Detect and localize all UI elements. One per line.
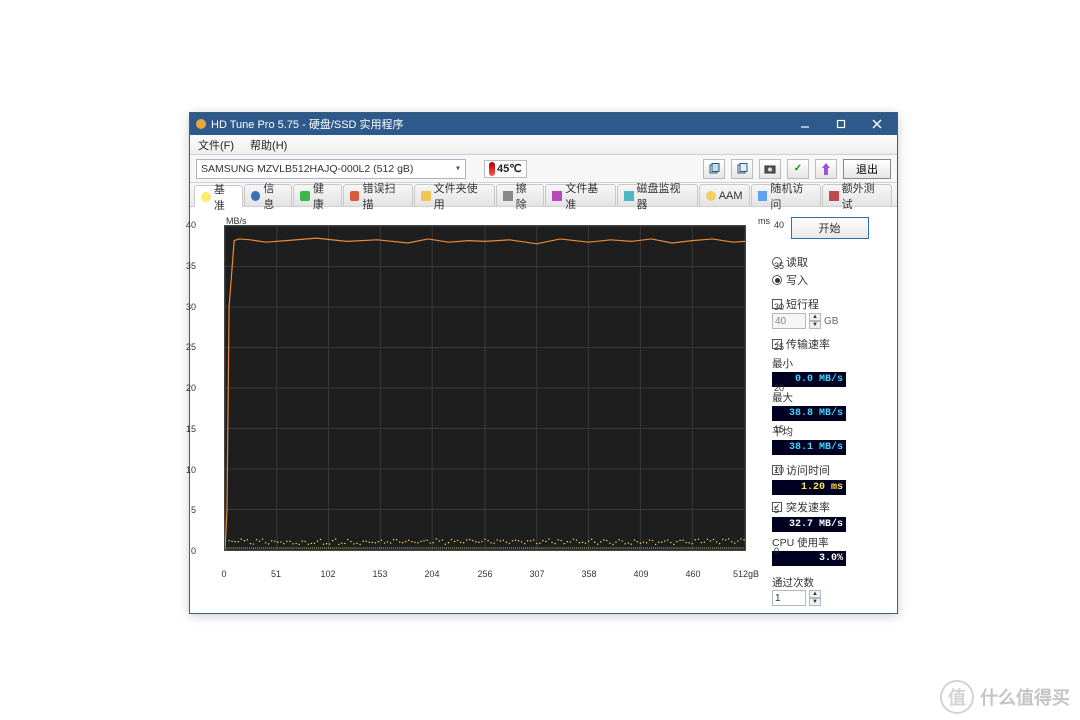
drive-selector[interactable]: SAMSUNG MZVLB512HAJQ-000L2 (512 gB)	[196, 159, 466, 179]
menubar: 文件(F) 帮助(H)	[190, 135, 897, 155]
temperature-display: 45℃	[484, 160, 527, 178]
health-icon	[300, 191, 310, 201]
file-bench-icon	[552, 191, 562, 201]
read-option[interactable]: 读取	[772, 253, 887, 271]
tab-error-scan[interactable]: 错误扫描	[343, 184, 413, 206]
min-label: 最小	[772, 356, 887, 371]
access-time-checkbox[interactable]: 访问时间	[772, 461, 887, 479]
gb-label: GB	[824, 316, 838, 327]
info-icon	[251, 191, 261, 201]
watermark-icon: 值	[940, 680, 974, 714]
save-button[interactable]: ✓	[787, 159, 809, 179]
erase-icon	[503, 191, 513, 201]
tab-file-benchmark[interactable]: 文件基准	[545, 184, 615, 206]
access-time-value: 1.20 ms	[772, 480, 846, 495]
passes-input[interactable]	[772, 590, 806, 606]
drive-selector-text: SAMSUNG MZVLB512HAJQ-000L2 (512 gB)	[201, 163, 413, 175]
cpu-value: 3.0%	[772, 551, 846, 566]
spinner-arrows[interactable]: ▲▼	[809, 590, 821, 606]
content-area: MB/s ms 0510152025303540 051015202530354…	[190, 207, 897, 615]
aam-icon	[706, 191, 716, 201]
bulb-icon	[201, 192, 211, 202]
thermometer-icon	[489, 162, 495, 176]
spinner-arrows[interactable]: ▲▼	[809, 313, 821, 329]
tab-folder-usage[interactable]: 文件夹使用	[414, 184, 495, 206]
benchmark-chart	[224, 225, 746, 551]
tab-extra-tests[interactable]: 额外测试	[822, 184, 892, 206]
exit-button[interactable]: 退出	[843, 159, 891, 179]
options-button[interactable]	[815, 159, 837, 179]
folder-icon	[421, 191, 431, 201]
tab-health[interactable]: 健康	[293, 184, 342, 206]
radio-icon	[772, 275, 782, 285]
start-button[interactable]: 开始	[791, 217, 869, 239]
tab-aam[interactable]: AAM	[699, 184, 750, 206]
extra-icon	[829, 191, 839, 201]
burst-rate-checkbox[interactable]: 突发速率	[772, 498, 887, 516]
app-window: HD Tune Pro 5.75 - 硬盘/SSD 实用程序 文件(F) 帮助(…	[189, 112, 898, 614]
maximize-button[interactable]	[827, 115, 855, 133]
side-panel: 开始 读取 写入 短行程 ▲▼ GB 传输速率 最小 0.0 MB/s 最大 3…	[760, 217, 887, 607]
minimize-button[interactable]	[791, 115, 819, 133]
tab-benchmark[interactable]: 基准	[194, 185, 243, 207]
watermark-text: 什么值得买	[980, 684, 1070, 710]
avg-value: 38.1 MB/s	[772, 440, 846, 455]
cpu-label: CPU 使用率	[772, 535, 887, 550]
temperature-value: 45℃	[497, 162, 522, 175]
titlebar: HD Tune Pro 5.75 - 硬盘/SSD 实用程序	[190, 113, 897, 135]
tab-disk-monitor[interactable]: 磁盘监视器	[617, 184, 698, 206]
watermark: 值 什么值得买	[940, 680, 1070, 714]
screenshot-button[interactable]	[759, 159, 781, 179]
write-option[interactable]: 写入	[772, 271, 887, 289]
copy-screenshot-button[interactable]	[731, 159, 753, 179]
copy-info-button[interactable]	[703, 159, 725, 179]
max-label: 最大	[772, 390, 887, 405]
avg-label: 平均	[772, 424, 887, 439]
short-stroke-input[interactable]	[772, 313, 806, 329]
menu-file[interactable]: 文件(F)	[190, 137, 242, 153]
window-title: HD Tune Pro 5.75 - 硬盘/SSD 实用程序	[211, 116, 404, 132]
burst-rate-value: 32.7 MB/s	[772, 517, 846, 532]
monitor-icon	[624, 191, 634, 201]
passes-label: 通过次数	[772, 575, 887, 590]
tab-erase[interactable]: 擦除	[496, 184, 545, 206]
close-button[interactable]	[863, 115, 891, 133]
short-stroke-checkbox[interactable]: 短行程	[772, 295, 887, 313]
random-icon	[758, 191, 768, 201]
tabbar: 基准 信息 健康 错误扫描 文件夹使用 擦除 文件基准 磁盘监视器 AAM 随机…	[190, 183, 897, 207]
app-icon	[196, 119, 206, 129]
y-right-unit: ms	[758, 216, 770, 226]
chart-container: MB/s ms 0510152025303540 051015202530354…	[200, 217, 760, 579]
tab-random-access[interactable]: 随机访问	[751, 184, 821, 206]
transfer-rate-checkbox[interactable]: 传输速率	[772, 335, 887, 353]
menu-help[interactable]: 帮助(H)	[242, 137, 295, 153]
max-value: 38.8 MB/s	[772, 406, 846, 421]
tab-info[interactable]: 信息	[244, 184, 293, 206]
error-icon	[350, 191, 360, 201]
